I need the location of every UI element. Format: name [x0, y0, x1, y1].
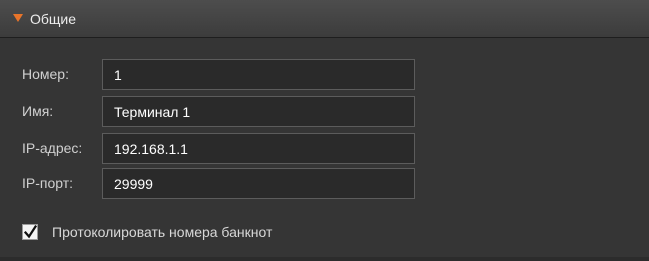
log-banknotes-label[interactable]: Протоколировать номера банкнот	[52, 224, 272, 241]
ip-port-input[interactable]	[102, 168, 415, 199]
name-input[interactable]	[102, 96, 415, 127]
settings-panel: Общие Номер: Имя: IP-адрес: IP-порт: Про…	[0, 0, 649, 261]
ip-port-label: IP-порт:	[22, 175, 74, 191]
section-header-general[interactable]: Общие	[0, 0, 649, 38]
number-input[interactable]	[102, 59, 415, 90]
panel-bottom-edge	[0, 257, 649, 261]
checkmark-icon	[24, 225, 37, 239]
log-banknotes-checkbox[interactable]	[22, 224, 38, 240]
number-label: Номер:	[22, 66, 69, 82]
ip-address-label: IP-адрес:	[22, 140, 83, 156]
triangle-down-icon[interactable]	[13, 14, 23, 22]
name-label: Имя:	[22, 103, 54, 119]
ip-address-input[interactable]	[102, 133, 415, 164]
section-title: Общие	[30, 11, 77, 27]
